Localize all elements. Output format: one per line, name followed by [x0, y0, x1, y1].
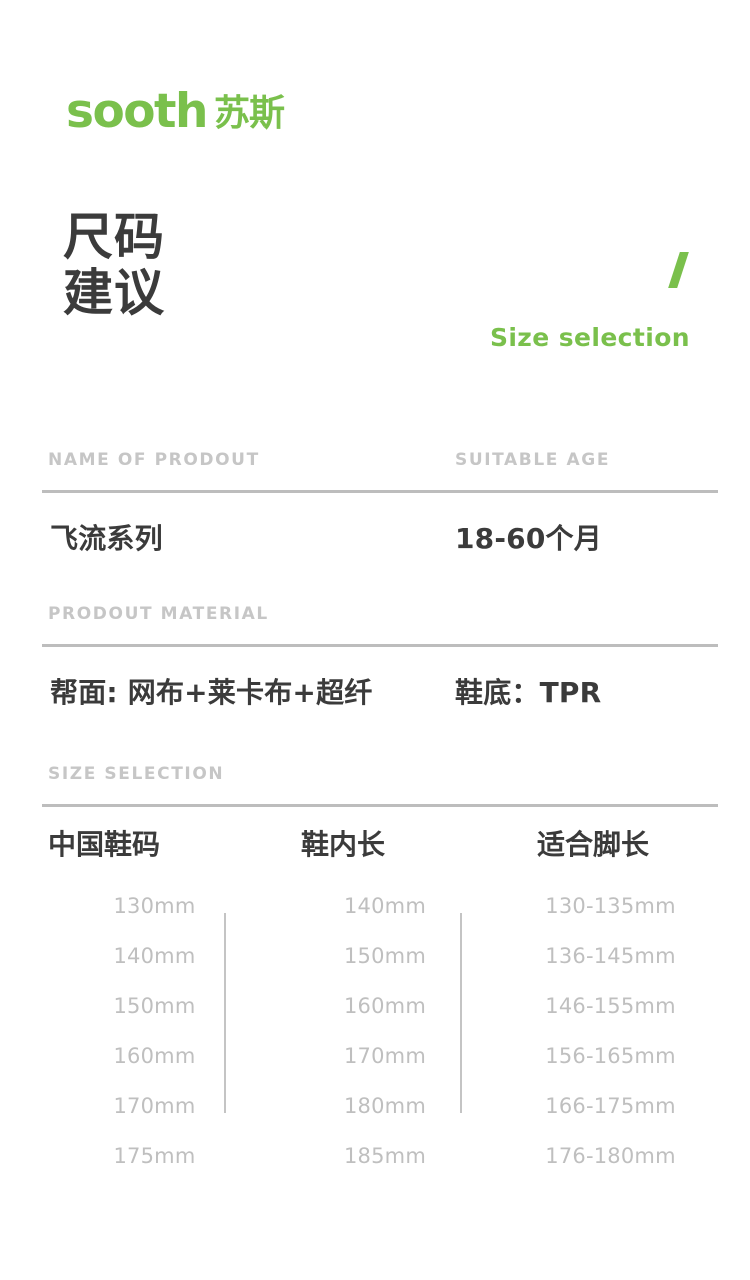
column-header-inner-length: 鞋内长	[301, 828, 386, 861]
cell-inner-length: 170mm	[344, 1044, 426, 1068]
section-size-selection: SIZE SELECTION 中国鞋码 鞋内长 适合脚长 130mm 140mm…	[42, 764, 718, 1181]
cell-foot-length: 176-180mm	[545, 1144, 676, 1168]
header-suitable-age: SUITABLE AGE	[455, 450, 611, 470]
cell-china-size: 175mm	[113, 1144, 196, 1168]
column-separator-1	[224, 913, 226, 1113]
product-info-values: 飞流系列 18-60个月	[42, 493, 718, 557]
material-values: 帮面: 网布+莱卡布+超纤 鞋底：TPR	[42, 647, 718, 711]
cell-china-size: 130mm	[113, 894, 196, 918]
brand-logo-chinese: 苏斯	[213, 93, 285, 134]
column-header-foot-length: 适合脚长	[537, 828, 650, 861]
cell-china-size: 170mm	[113, 1094, 196, 1118]
cell-inner-length: 140mm	[344, 894, 426, 918]
section-product-info: NAME OF PRODOUT SUITABLE AGE 飞流系列 18-60个…	[42, 450, 718, 557]
table-row: 170mm 180mm 166-175mm	[42, 1081, 718, 1131]
size-selection-header: SIZE SELECTION	[42, 764, 718, 804]
table-row: 175mm 185mm 176-180mm	[42, 1131, 718, 1181]
value-sole-material: 鞋底：TPR	[455, 676, 602, 709]
cell-inner-length: 180mm	[344, 1094, 426, 1118]
cell-inner-length: 160mm	[344, 994, 426, 1018]
column-separator-2	[460, 913, 462, 1113]
value-suitable-age: 18-60个月	[455, 522, 602, 555]
value-product-name: 飞流系列	[50, 522, 163, 555]
cell-inner-length: 150mm	[344, 944, 426, 968]
cell-inner-length: 185mm	[344, 1144, 426, 1168]
brand-logo: sooth 苏斯	[66, 84, 285, 139]
size-guide-page: sooth 苏斯 尺码 建议 Size selection NAME OF PR…	[0, 0, 750, 1280]
column-header-china-size: 中国鞋码	[48, 828, 161, 861]
value-upper-material: 帮面: 网布+莱卡布+超纤	[50, 676, 373, 709]
cell-china-size: 150mm	[113, 994, 196, 1018]
header-product-material: PRODOUT MATERIAL	[48, 604, 269, 624]
brand-logo-latin: sooth	[66, 84, 208, 139]
table-row: 140mm 150mm 136-145mm	[42, 931, 718, 981]
page-title-line-1: 尺码	[63, 208, 165, 266]
size-table-body: 130mm 140mm 130-135mm 140mm 150mm 136-14…	[42, 875, 718, 1181]
subtitle-english: Size selection	[489, 323, 690, 352]
size-table: 中国鞋码 鞋内长 适合脚长 130mm 140mm 130-135mm 140m…	[42, 807, 718, 1181]
header-size-selection: SIZE SELECTION	[48, 764, 225, 784]
cell-foot-length: 130-135mm	[545, 894, 676, 918]
table-row: 150mm 160mm 146-155mm	[42, 981, 718, 1031]
cell-foot-length: 146-155mm	[545, 994, 676, 1018]
cell-foot-length: 156-165mm	[545, 1044, 676, 1068]
table-row: 160mm 170mm 156-165mm	[42, 1031, 718, 1081]
section-material: PRODOUT MATERIAL 帮面: 网布+莱卡布+超纤 鞋底：TPR	[42, 604, 718, 711]
page-title-line-2: 建议	[63, 264, 165, 322]
cell-china-size: 140mm	[113, 944, 196, 968]
cell-foot-length: 166-175mm	[545, 1094, 676, 1118]
table-row: 130mm 140mm 130-135mm	[42, 881, 718, 931]
size-table-header-row: 中国鞋码 鞋内长 适合脚长	[42, 807, 718, 875]
material-headers: PRODOUT MATERIAL	[42, 604, 718, 644]
product-info-headers: NAME OF PRODOUT SUITABLE AGE	[42, 450, 718, 490]
cell-foot-length: 136-145mm	[545, 944, 676, 968]
slash-icon	[668, 252, 692, 288]
page-title: 尺码 建议	[63, 209, 165, 321]
cell-china-size: 160mm	[113, 1044, 196, 1068]
header-name-of-product: NAME OF PRODOUT	[48, 450, 260, 470]
